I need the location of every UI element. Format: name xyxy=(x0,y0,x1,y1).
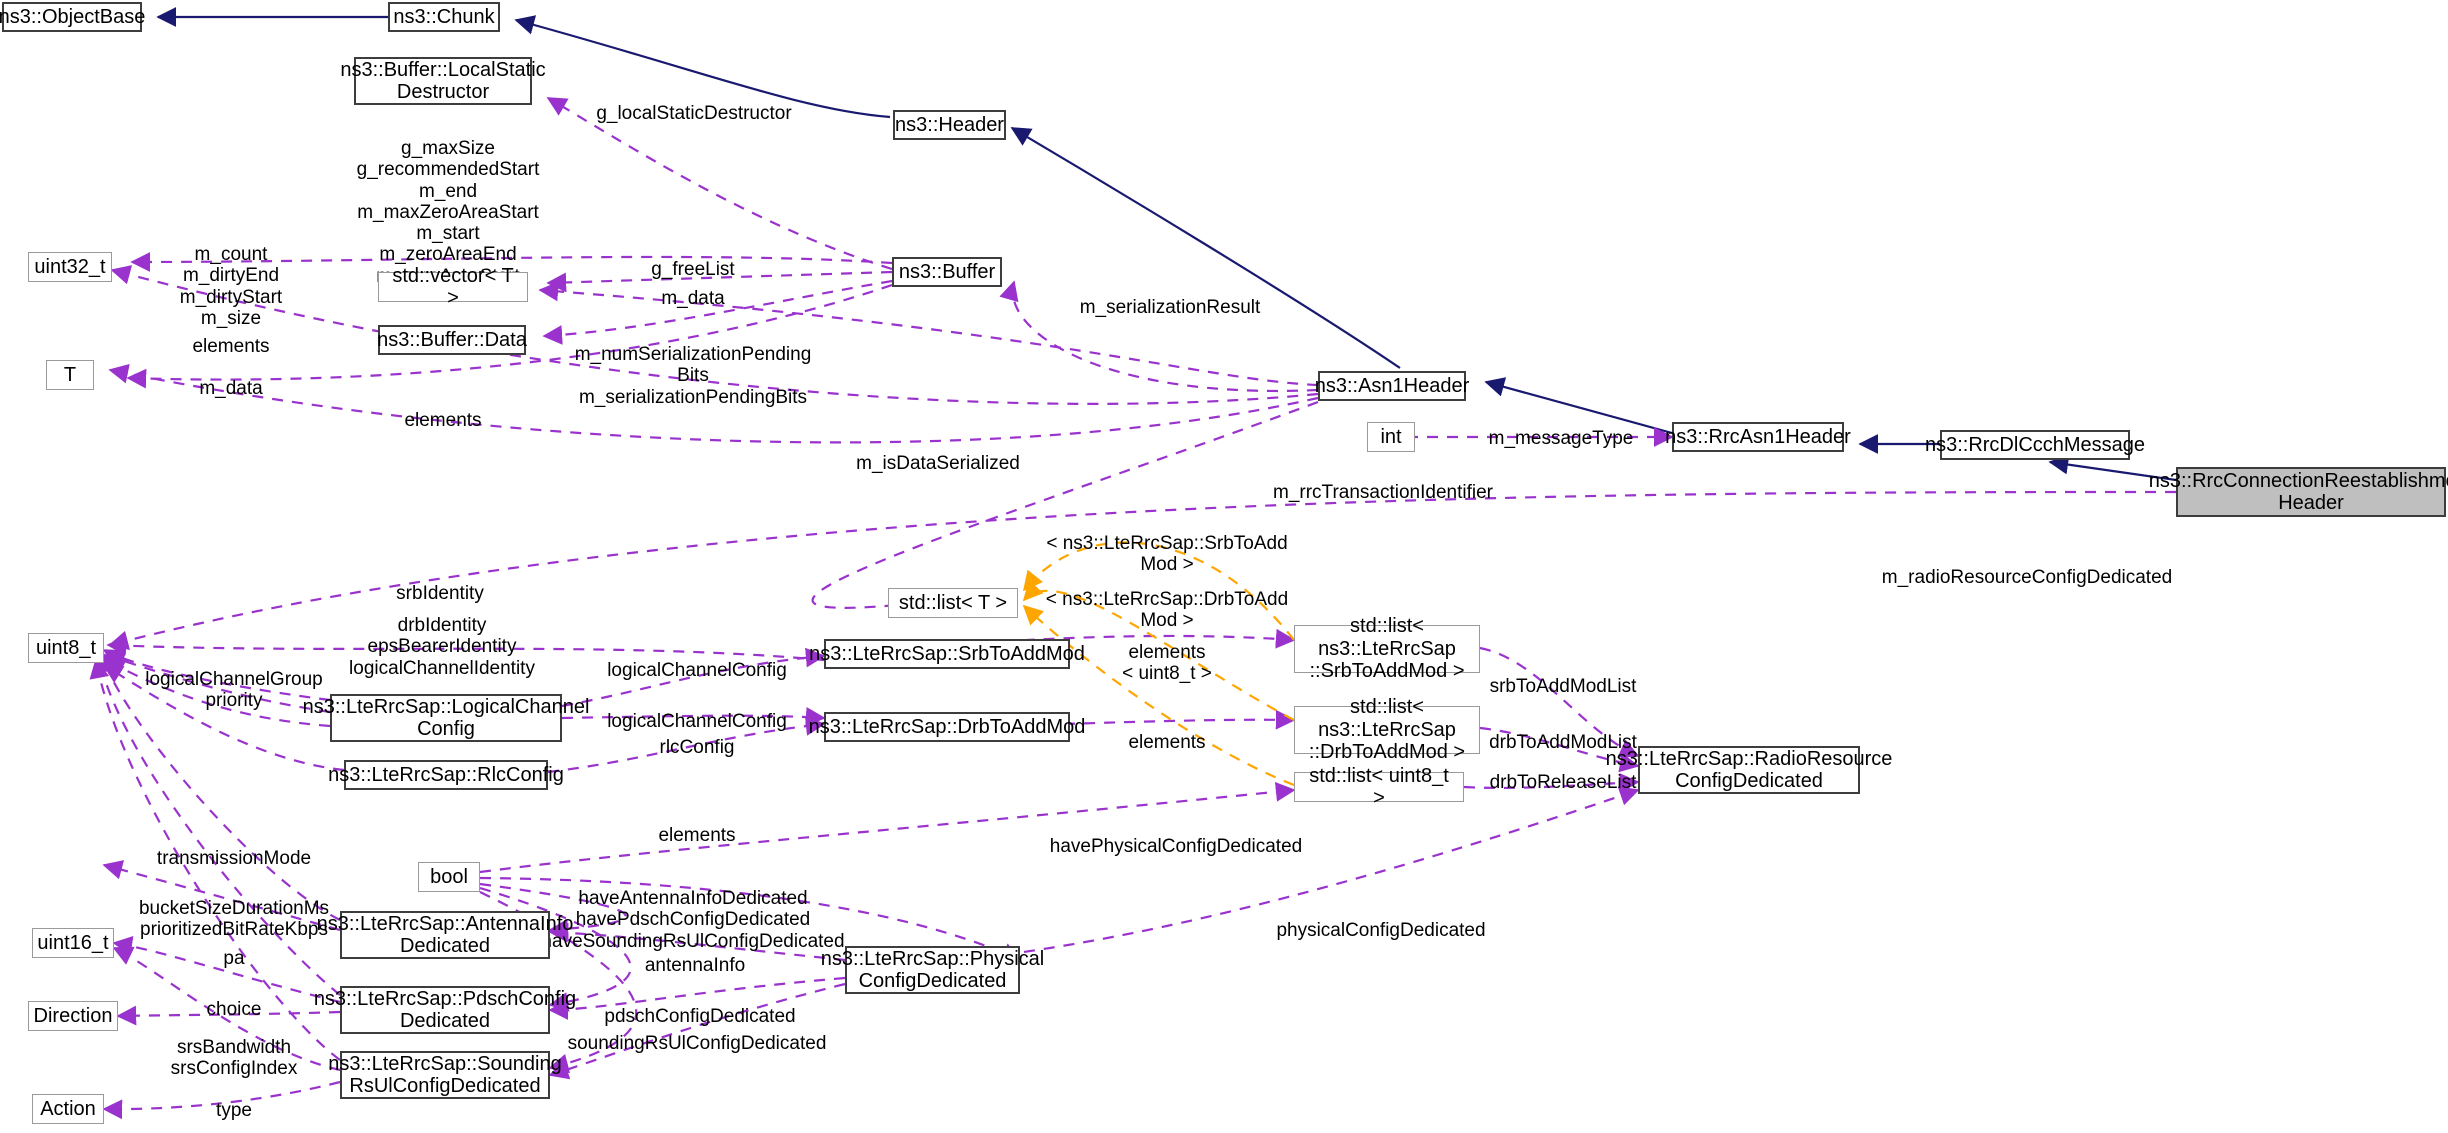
class-node-rrcconnreest[interactable]: ns3::RrcConnectionReestablishment Header xyxy=(2149,467,2448,517)
class-node-soundingrsul[interactable]: ns3::LteRrcSap::Sounding RsUlConfigDedic… xyxy=(328,1051,562,1099)
class-node-stdlistuint8[interactable]: std::list< uint8_t > xyxy=(1294,765,1464,809)
class-node-stdvector[interactable]: std::vector< T > xyxy=(378,265,528,309)
edge-label-elements_srb: elements < uint8_t > xyxy=(1122,642,1212,685)
class-node-tparam[interactable]: T xyxy=(46,360,94,390)
edge-label-antennaInfo: antennaInfo xyxy=(644,955,746,976)
class-node-uint32t[interactable]: uint32_t xyxy=(28,252,112,282)
class-node-buffer[interactable]: ns3::Buffer xyxy=(892,257,1002,287)
edge-label-g_localStaticDestructor: g_localStaticDestructor xyxy=(596,103,792,124)
edge-label-m_messageType: m_messageType xyxy=(1488,428,1634,449)
edge-label-m_data_buffer: m_data xyxy=(661,288,725,309)
class-node-action[interactable]: Action xyxy=(32,1094,104,1124)
class-node-antennainfo[interactable]: ns3::LteRrcSap::AntennaInfo Dedicated xyxy=(317,911,573,959)
class-node-uint16t[interactable]: uint16_t xyxy=(32,928,114,958)
edge-label-physicalConfigDedicated: physicalConfigDedicated xyxy=(1276,920,1486,941)
edge-label-pa: pa xyxy=(223,948,245,969)
edge-label-srbToAddModList: srbToAddModList xyxy=(1489,676,1637,697)
class-node-bool[interactable]: bool xyxy=(418,862,480,892)
edge-label-elements_list: elements xyxy=(404,410,482,431)
edge-label-g_freeList: g_freeList xyxy=(651,259,735,280)
class-node-localstaticdtor[interactable]: ns3::Buffer::LocalStatic Destructor xyxy=(340,57,546,105)
edge-label-havePhysicalConfigDedicated: havePhysicalConfigDedicated xyxy=(1049,836,1303,857)
class-node-srbtoaddmod[interactable]: ns3::LteRrcSap::SrbToAddMod xyxy=(809,639,1085,669)
class-node-rrcdlccchmessage[interactable]: ns3::RrcDlCcchMessage xyxy=(1925,430,2145,460)
edge-label-transmissionMode: transmissionMode xyxy=(156,848,312,869)
class-node-rrcasn1header[interactable]: ns3::RrcAsn1Header xyxy=(1665,422,1851,452)
class-node-logicalchannelcfg[interactable]: ns3::LteRrcSap::LogicalChannel Config xyxy=(303,694,589,742)
edge-label-choice: choice xyxy=(206,999,262,1020)
class-node-uint8t[interactable]: uint8_t xyxy=(28,633,104,663)
edge-label-bucketSizeDurationMs: bucketSizeDurationMs prioritizedBitRateK… xyxy=(138,898,330,941)
edge-label-type: type xyxy=(216,1100,252,1121)
class-node-stdlistT[interactable]: std::list< T > xyxy=(888,588,1018,618)
class-node-asn1header[interactable]: ns3::Asn1Header xyxy=(1315,371,1469,401)
edge-label-m_rrcTransactionIdentifier: m_rrcTransactionIdentifier xyxy=(1273,482,1493,503)
edge-label-rlcConfig: rlcConfig xyxy=(659,737,735,758)
edge-label-m_radioResourceConfigDedicated: m_radioResourceConfigDedicated xyxy=(1881,567,2173,588)
class-node-stdlistdrb[interactable]: std::list< ns3::LteRrcSap ::DrbToAddMod … xyxy=(1294,696,1480,763)
edge-label-srsBandwidth: srsBandwidth srsConfigIndex xyxy=(170,1037,298,1080)
edge-label-elements_bool: elements xyxy=(658,825,736,846)
edge-label-drbIdentity_group: drbIdentity epsBearerIdentity logicalCha… xyxy=(349,615,535,679)
edge-label-logicalChannelConfig_drb: logicalChannelConfig xyxy=(607,711,787,732)
edge-label-srbIdentity: srbIdentity xyxy=(396,583,484,604)
class-node-physicalcfg[interactable]: ns3::LteRrcSap::Physical ConfigDedicated xyxy=(821,946,1044,994)
class-node-radioresourcecfg[interactable]: ns3::LteRrcSap::RadioResource ConfigDedi… xyxy=(1606,746,1892,794)
edge-label-pdschConfigDedicated: pdschConfigDedicated xyxy=(604,1006,796,1027)
edge-label-m_isDataSerialized: m_isDataSerialized xyxy=(856,453,1020,474)
edge-label-elements_drb: elements xyxy=(1128,732,1206,753)
edge-label-logicalChannelConfig_srb: logicalChannelConfig xyxy=(607,660,787,681)
edge-label-m_count_group: m_count m_dirtyEnd m_dirtyStart m_size xyxy=(179,244,283,329)
edge-label-m_data_T: m_data xyxy=(199,378,263,399)
edge-label-soundingRsUlConfigDedicated: soundingRsUlConfigDedicated xyxy=(567,1033,827,1054)
class-node-direction[interactable]: Direction xyxy=(28,1001,118,1031)
edge-label-logicalChannelGroup: logicalChannelGroup priority xyxy=(145,669,323,712)
edge-label-elements_vec: elements xyxy=(192,336,270,357)
class-node-drbtoaddmod[interactable]: ns3::LteRrcSap::DrbToAddMod xyxy=(809,712,1085,742)
class-node-rlcconfig[interactable]: ns3::LteRrcSap::RlcConfig xyxy=(328,760,564,790)
edge-label-haveFlags: haveAntennaInfoDedicated havePdschConfig… xyxy=(541,888,845,952)
class-node-objectbase[interactable]: ns3::ObjectBase xyxy=(0,2,145,32)
edge-label-m_numSerialization: m_numSerializationPending Bits m_seriali… xyxy=(574,344,812,408)
edge-label-m_serializationResult: m_serializationResult xyxy=(1079,297,1261,318)
class-node-int[interactable]: int xyxy=(1367,422,1415,452)
edge-label-tmpl_drb: < ns3::LteRrcSap::DrbToAdd Mod > xyxy=(1045,589,1289,632)
class-node-chunk[interactable]: ns3::Chunk xyxy=(388,2,500,32)
class-node-header[interactable]: ns3::Header xyxy=(893,110,1006,140)
class-node-stdlistsrb[interactable]: std::list< ns3::LteRrcSap ::SrbToAddMod … xyxy=(1294,615,1480,682)
collaboration-diagram: ns3::ObjectBase ns3::Chunkns3::Buffer::Lo… xyxy=(0,0,2448,1133)
class-node-bufferdata[interactable]: ns3::Buffer::Data xyxy=(377,325,527,355)
edge-label-tmpl_srb: < ns3::LteRrcSap::SrbToAdd Mod > xyxy=(1046,533,1288,576)
class-node-pdschconfig[interactable]: ns3::LteRrcSap::PdschConfig Dedicated xyxy=(314,986,576,1034)
